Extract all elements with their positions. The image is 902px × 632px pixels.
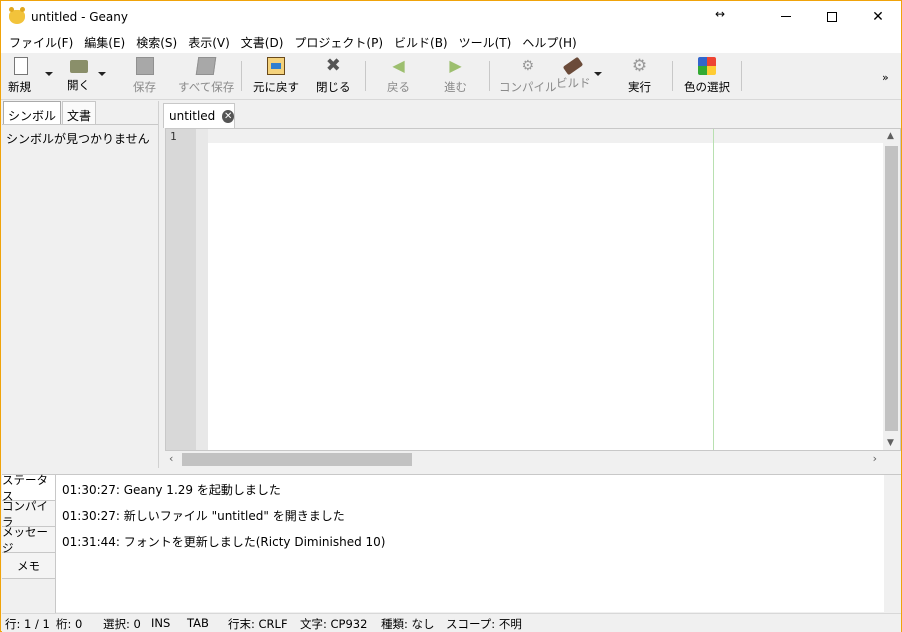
run-button[interactable]: ⚙ 実行	[628, 57, 651, 97]
status-insert-mode: INS	[151, 616, 171, 630]
save-button[interactable]: 保存	[133, 57, 156, 97]
editor-area: untitled ✕ 1 ▲ ▼ ‹ ›	[161, 101, 901, 468]
menu-file[interactable]: ファイル(F)	[5, 34, 77, 51]
minimize-button[interactable]	[763, 1, 809, 32]
open-dropdown-arrow[interactable]	[98, 72, 106, 76]
status-scope: スコープ: 不明	[446, 617, 522, 631]
sidebar-tabs: シンボル 文書	[2, 101, 158, 125]
log-line: 01:31:44: フォントを更新しました(Ricty Diminished 1…	[62, 535, 386, 549]
code-editor[interactable]: 1 ▲ ▼	[165, 128, 901, 451]
scroll-down-icon[interactable]: ▼	[887, 438, 894, 448]
open-folder-icon	[69, 60, 88, 73]
close-tab-icon[interactable]: ✕	[222, 109, 234, 123]
tab-label: untitled	[169, 109, 216, 123]
geany-window: untitled - Geany ↔ ✕ ファイル(F) 編集(E) 検索(S)…	[0, 0, 902, 632]
revert-button[interactable]: 元に戻す	[253, 57, 299, 97]
toolbar-separator	[672, 61, 673, 91]
status-encoding: 文字: CP932	[300, 617, 368, 631]
status-bar: 行: 1 / 1 桁: 0 選択: 0 INS TAB 行末: CRLF 文字:…	[2, 613, 901, 632]
revert-icon	[267, 57, 285, 75]
resize-cursor-icon: ↔	[715, 7, 726, 21]
geany-icon	[9, 6, 25, 24]
compile-icon: ⚙	[521, 58, 535, 74]
status-line-ending: 行末: CRLF	[228, 617, 288, 631]
close-doc-icon: ✖	[325, 55, 341, 76]
arrow-right-icon: ▶	[449, 56, 462, 75]
line-number-gutter: 1	[166, 129, 196, 450]
color-chooser-button[interactable]: 色の選択	[684, 57, 730, 97]
new-button[interactable]: 新規	[8, 57, 31, 97]
toolbar-separator	[241, 61, 242, 91]
menu-view[interactable]: 表示(V)	[184, 34, 234, 51]
title-bar: untitled - Geany ↔ ✕	[1, 1, 901, 32]
tab-symbols[interactable]: シンボル	[3, 101, 62, 124]
scroll-left-icon[interactable]: ‹	[169, 452, 173, 465]
document-tabs: untitled ✕	[161, 101, 901, 128]
forward-button[interactable]: ▶ 進む	[444, 57, 467, 97]
current-line-highlight	[208, 129, 885, 143]
scroll-up-icon[interactable]: ▲	[887, 131, 894, 141]
maximize-icon	[827, 11, 837, 22]
menu-bar: ファイル(F) 編集(E) 検索(S) 表示(V) 文書(D) プロジェクト(P…	[1, 32, 901, 53]
log-line: 01:30:27: Geany 1.29 を起動しました	[62, 483, 281, 497]
message-tabs: ステータス コンパイラ メッセージ メモ	[2, 473, 56, 613]
fold-margin[interactable]	[196, 129, 208, 450]
toolbar-separator	[365, 61, 366, 91]
menu-help[interactable]: ヘルプ(H)	[518, 34, 580, 51]
open-button[interactable]: 開く	[67, 57, 90, 97]
status-selection: 選択: 0	[103, 617, 141, 631]
status-column: 桁: 0	[56, 617, 83, 631]
new-dropdown-arrow[interactable]	[45, 72, 53, 76]
tab-messages[interactable]: メッセージ	[2, 525, 55, 555]
toolbar-separator	[741, 61, 742, 91]
menu-tools[interactable]: ツール(T)	[455, 34, 516, 51]
gears-icon: ⚙	[631, 56, 648, 76]
line-number: 1	[170, 130, 177, 143]
menu-build[interactable]: ビルド(B)	[390, 34, 452, 51]
symbols-empty-message: シンボルが見つかりません	[6, 132, 150, 146]
horizontal-scroll-thumb[interactable]	[182, 453, 412, 466]
build-dropdown-arrow[interactable]	[594, 72, 602, 76]
editor-horizontal-scrollbar[interactable]: ‹ ›	[165, 451, 881, 468]
compile-button[interactable]: ⚙ コンパイル	[499, 57, 557, 97]
tab-untitled[interactable]: untitled ✕	[163, 103, 235, 128]
menu-document[interactable]: 文書(D)	[237, 34, 288, 51]
close-button[interactable]: ✖ 閉じる	[316, 57, 351, 97]
toolbar: 新規 開く 保存 すべて保存 元に戻す ✖ 閉じる ◀ 戻る ▶ 進む ⚙ コン…	[1, 53, 901, 100]
menu-search[interactable]: 検索(S)	[132, 34, 181, 51]
save-all-icon	[195, 57, 217, 75]
toolbar-overflow-button[interactable]: »	[882, 71, 889, 84]
arrow-left-icon: ◀	[392, 56, 405, 75]
editor-vertical-scrollbar[interactable]: ▲ ▼	[883, 129, 900, 450]
scroll-right-icon[interactable]: ›	[873, 452, 877, 465]
build-button[interactable]: ビルド	[556, 56, 591, 97]
status-indent-mode: TAB	[187, 616, 209, 630]
sidebar: シンボル 文書 シンボルが見つかりません	[2, 101, 159, 468]
back-button[interactable]: ◀ 戻る	[387, 57, 410, 97]
status-log: 01:30:27: Geany 1.29 を起動しました 01:30:27: 新…	[62, 481, 386, 559]
window-title: untitled - Geany	[31, 9, 128, 24]
menu-project[interactable]: プロジェクト(P)	[290, 34, 387, 51]
status-line: 行: 1 / 1	[5, 617, 50, 631]
save-icon	[135, 57, 154, 75]
close-window-button[interactable]: ✕	[855, 1, 901, 32]
close-icon: ✕	[872, 8, 884, 25]
vertical-scroll-thumb[interactable]	[885, 146, 898, 431]
build-brick-icon	[563, 56, 584, 76]
long-line-marker	[713, 129, 714, 450]
new-file-icon	[13, 57, 28, 75]
save-all-button[interactable]: すべて保存	[178, 57, 234, 97]
menu-edit[interactable]: 編集(E)	[80, 34, 129, 51]
status-filetype: 種類: なし	[381, 617, 435, 631]
message-scrollbar[interactable]	[884, 475, 901, 613]
minimize-icon	[781, 16, 791, 17]
log-line: 01:30:27: 新しいファイル "untitled" を開きました	[62, 509, 345, 523]
color-palette-icon	[698, 57, 716, 75]
message-window: ステータス コンパイラ メッセージ メモ 01:30:27: Geany 1.2…	[2, 473, 901, 613]
maximize-button[interactable]	[809, 1, 855, 32]
tab-notes[interactable]: メモ	[2, 553, 55, 579]
tab-documents[interactable]: 文書	[62, 101, 97, 124]
toolbar-separator	[489, 61, 490, 91]
